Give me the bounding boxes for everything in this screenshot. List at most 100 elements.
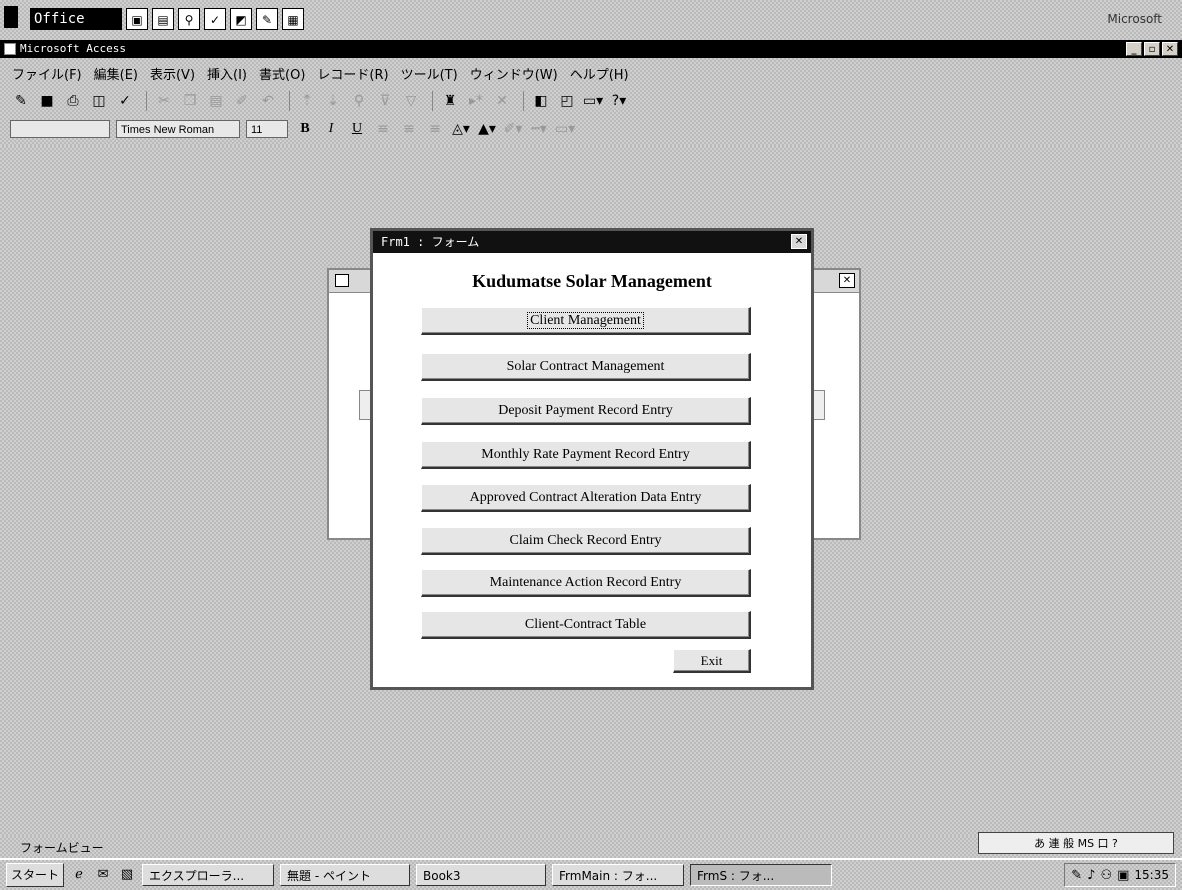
maximize-button[interactable]: ▫ bbox=[1144, 42, 1160, 56]
fill-color-icon[interactable]: ◬▾ bbox=[450, 118, 472, 140]
filter-by-form-icon[interactable]: ⊽ bbox=[374, 90, 396, 112]
switchboard-title: Frm1 : フォーム bbox=[381, 235, 480, 249]
approved-contract-alteration-data-entry-button[interactable]: Approved Contract Alteration Data Entry bbox=[421, 484, 751, 512]
task-paint[interactable]: 無題 - ペイント bbox=[280, 864, 411, 886]
bold-button[interactable]: B bbox=[294, 118, 316, 140]
switchboard-heading: Kudumatse Solar Management bbox=[472, 271, 712, 291]
client-contract-table-button[interactable]: Client-Contract Table bbox=[421, 611, 751, 639]
background-form-close-button[interactable]: ✕ bbox=[839, 273, 855, 288]
font-color-icon[interactable]: ▲▾ bbox=[476, 118, 498, 140]
save-icon[interactable]: ■ bbox=[36, 90, 58, 112]
menu-window[interactable]: ウィンドウ(W) bbox=[470, 64, 558, 83]
align-center-icon[interactable]: ≡ bbox=[398, 118, 420, 140]
menu-tools[interactable]: ツール(T) bbox=[401, 64, 458, 83]
menu-records[interactable]: レコード(R) bbox=[317, 64, 388, 83]
solar-contract-management-button[interactable]: Solar Contract Management bbox=[421, 353, 751, 381]
edit-icon[interactable]: ✎ bbox=[256, 8, 278, 30]
line-width-icon[interactable]: ┅▾ bbox=[528, 118, 550, 140]
menu-help[interactable]: ヘルプ(H) bbox=[570, 64, 629, 83]
check-icon[interactable]: ✓ bbox=[204, 8, 226, 30]
close-button[interactable]: ✕ bbox=[1162, 42, 1178, 56]
search-icon[interactable]: ⚲ bbox=[178, 8, 200, 30]
special-effect-icon[interactable]: ▭▾ bbox=[554, 118, 576, 140]
switchboard-title-bar[interactable]: Frm1 : フォーム ✕ bbox=[373, 231, 811, 253]
app-title: Microsoft Access bbox=[20, 42, 126, 55]
client-management-button[interactable]: Client Management bbox=[421, 307, 751, 335]
deposit-payment-record-entry-button[interactable]: Deposit Payment Record Entry bbox=[421, 397, 751, 425]
form-view-toolbar: ✎ ■ ⎙ ◫ ✓ ✂ ❐ ▤ ✐ ↶ ⇡ ⇣ ⚲ ⊽ ▽ ♜ ▸* ✕ ◧ ◰… bbox=[0, 88, 1182, 114]
menu-format[interactable]: 書式(O) bbox=[259, 64, 305, 83]
menu-file[interactable]: ファイル(F) bbox=[12, 64, 82, 83]
folder-icon[interactable]: ▤ bbox=[152, 8, 174, 30]
form-icon bbox=[335, 274, 349, 287]
app-title-bar: Microsoft Access _ ▫ ✕ bbox=[0, 40, 1182, 58]
sort-ascending-icon[interactable]: ⇡ bbox=[296, 90, 318, 112]
underline-button[interactable]: U bbox=[346, 118, 368, 140]
menu-view[interactable]: 表示(V) bbox=[150, 64, 195, 83]
system-tray: ✎ ♪ ⚇ ▣ 15:35 bbox=[1064, 863, 1176, 887]
chart-icon[interactable]: ◩ bbox=[230, 8, 252, 30]
toolbar-separator bbox=[146, 91, 147, 111]
maintenance-action-record-entry-button[interactable]: Maintenance Action Record Entry bbox=[421, 569, 751, 597]
switchboard-form: Frm1 : フォーム ✕ Kudumatse Solar Management… bbox=[370, 228, 814, 690]
formatting-toolbar: Times New Roman 11 B I U ≡ ≡ ≡ ◬▾ ▲▾ ✐▾ … bbox=[0, 116, 1182, 142]
office-bar-grip[interactable] bbox=[4, 6, 18, 28]
ime-toolbar[interactable]: あ 連 般 MS 口 ? bbox=[978, 832, 1174, 854]
mdi-workspace: ✕ Frm1 : フォーム ✕ Kudumatse Solar Manageme… bbox=[0, 146, 1182, 836]
menu-edit[interactable]: 編集(E) bbox=[94, 64, 138, 83]
task-book3[interactable]: Book3 bbox=[416, 864, 547, 886]
new-record-icon[interactable]: ▸* bbox=[465, 90, 487, 112]
menu-insert[interactable]: 挿入(I) bbox=[207, 64, 247, 83]
internet-explorer-icon[interactable]: ℯ bbox=[70, 866, 88, 884]
volume-icon[interactable]: ♪ bbox=[1087, 868, 1095, 883]
cut-icon[interactable]: ✂ bbox=[153, 90, 175, 112]
access-key-icon[interactable] bbox=[4, 43, 16, 55]
menu-bar: ファイル(F) 編集(E) 表示(V) 挿入(I) 書式(O) レコード(R) … bbox=[0, 60, 1182, 86]
view-icon[interactable]: ✎ bbox=[10, 90, 32, 112]
format-painter-icon[interactable]: ✐ bbox=[231, 90, 253, 112]
align-left-icon[interactable]: ≡ bbox=[372, 118, 394, 140]
delete-record-icon[interactable]: ✕ bbox=[491, 90, 513, 112]
object-select[interactable] bbox=[10, 120, 110, 138]
exit-button[interactable]: Exit bbox=[673, 649, 751, 673]
find-icon[interactable]: ♜ bbox=[439, 90, 461, 112]
task-explorer[interactable]: エクスプローラ... bbox=[142, 864, 275, 886]
align-right-icon[interactable]: ≡ bbox=[424, 118, 446, 140]
status-text: フォームビュー bbox=[20, 841, 104, 855]
window-icon[interactable]: ▣ bbox=[126, 8, 148, 30]
microsoft-label: Microsoft bbox=[1107, 12, 1162, 26]
italic-button[interactable]: I bbox=[320, 118, 342, 140]
paste-icon[interactable]: ▤ bbox=[205, 90, 227, 112]
properties-icon[interactable]: ◧ bbox=[530, 90, 552, 112]
monthly-rate-payment-record-entry-button[interactable]: Monthly Rate Payment Record Entry bbox=[421, 441, 751, 469]
monitor-icon[interactable]: ▣ bbox=[1117, 868, 1129, 883]
font-size-select[interactable]: 11 bbox=[246, 120, 288, 138]
apply-filter-icon[interactable]: ▽ bbox=[400, 90, 422, 112]
office-logo[interactable]: Office bbox=[30, 8, 122, 30]
undo-icon[interactable]: ↶ bbox=[257, 90, 279, 112]
copy-icon[interactable]: ❐ bbox=[179, 90, 201, 112]
grid-icon[interactable]: ▦ bbox=[282, 8, 304, 30]
show-desktop-icon[interactable]: ▧ bbox=[118, 866, 136, 884]
font-name-select[interactable]: Times New Roman bbox=[116, 120, 240, 138]
sort-descending-icon[interactable]: ⇣ bbox=[322, 90, 344, 112]
print-icon[interactable]: ⎙ bbox=[62, 90, 84, 112]
pen-icon[interactable]: ✎ bbox=[1071, 868, 1082, 883]
line-color-icon[interactable]: ✐▾ bbox=[502, 118, 524, 140]
task-frmmain[interactable]: FrmMain : フォ... bbox=[552, 864, 685, 886]
filter-by-selection-icon[interactable]: ⚲ bbox=[348, 90, 370, 112]
network-icon[interactable]: ⚇ bbox=[1100, 868, 1112, 883]
new-object-icon[interactable]: ▭▾ bbox=[582, 90, 604, 112]
switchboard-close-button[interactable]: ✕ bbox=[791, 234, 807, 249]
database-window-icon[interactable]: ◰ bbox=[556, 90, 578, 112]
claim-check-record-entry-button[interactable]: Claim Check Record Entry bbox=[421, 527, 751, 555]
spelling-icon[interactable]: ✓ bbox=[114, 90, 136, 112]
toolbar-separator bbox=[432, 91, 433, 111]
help-icon[interactable]: ?▾ bbox=[608, 90, 630, 112]
print-preview-icon[interactable]: ◫ bbox=[88, 90, 110, 112]
minimize-button[interactable]: _ bbox=[1126, 42, 1142, 56]
start-button[interactable]: スタート bbox=[6, 863, 65, 887]
outlook-icon[interactable]: ✉ bbox=[94, 866, 112, 884]
task-frms[interactable]: FrmS : フォ... bbox=[690, 864, 833, 886]
clock[interactable]: 15:35 bbox=[1134, 868, 1169, 882]
